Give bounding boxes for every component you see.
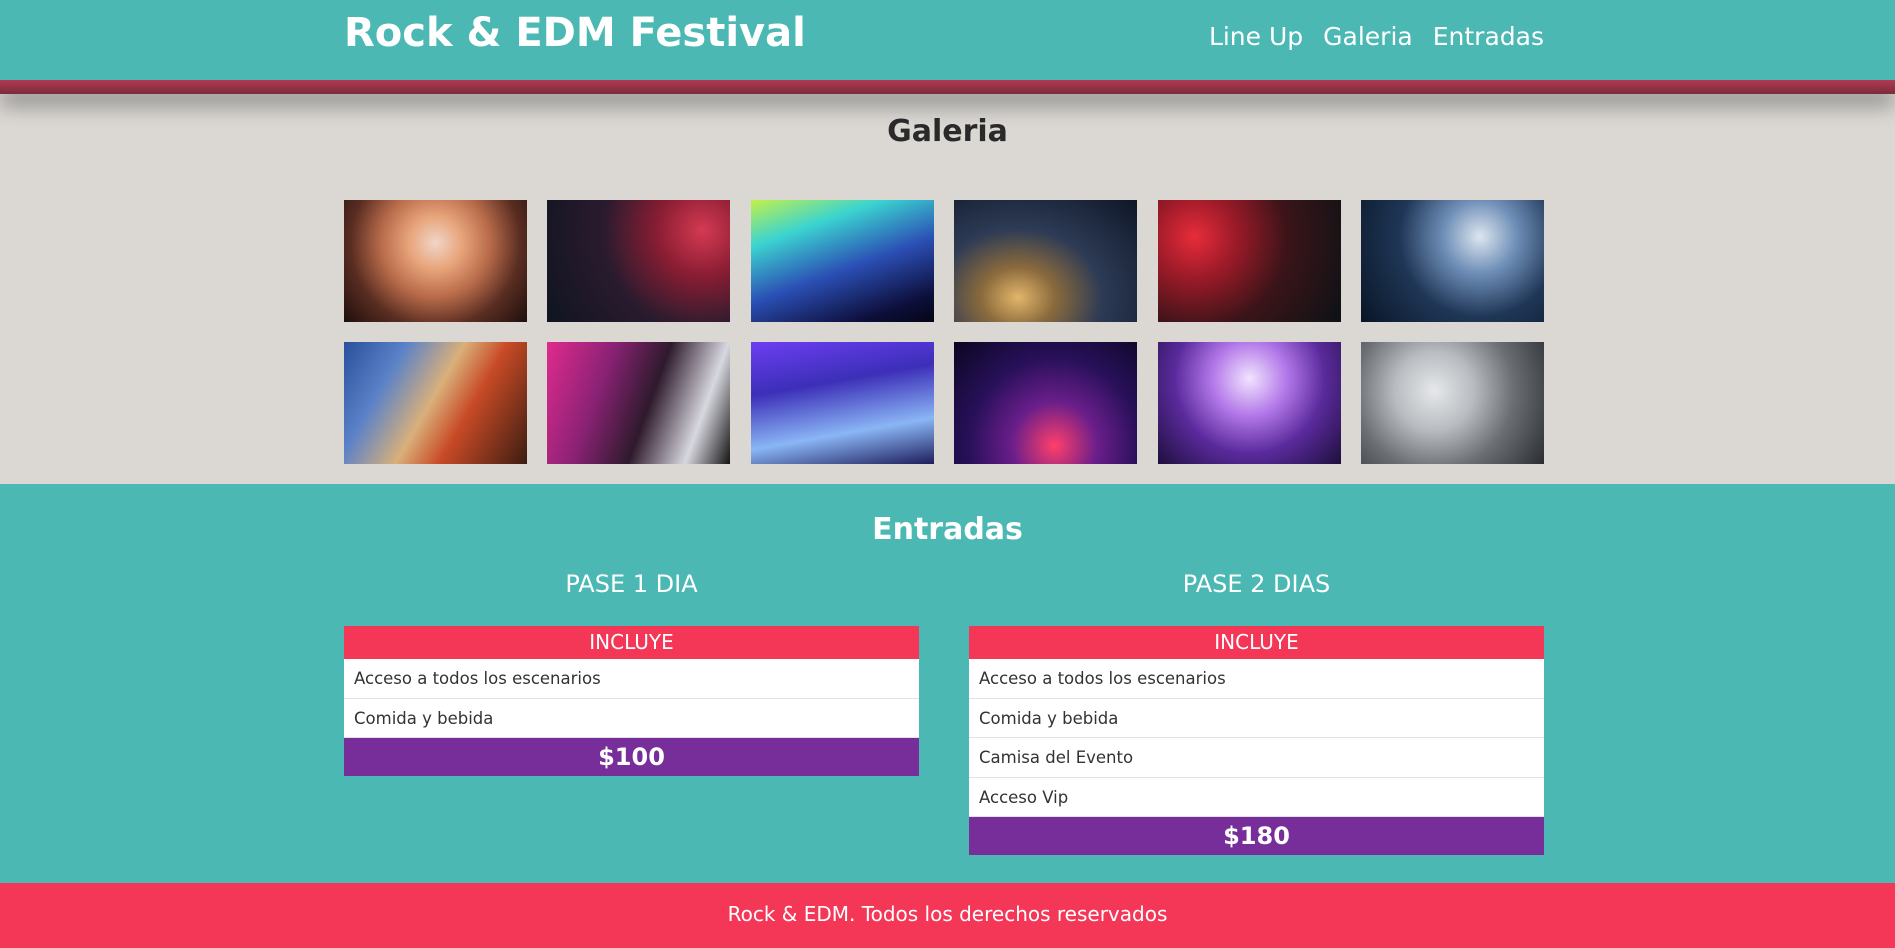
gallery-title: Galeria — [887, 114, 1008, 149]
gallery-photo-concert-lights[interactable] — [750, 200, 934, 322]
gallery-photo-band[interactable] — [1157, 342, 1341, 464]
plan-item: Acceso a todos los escenarios — [344, 659, 919, 699]
gallery-photo-dj-console[interactable] — [954, 342, 1138, 464]
plan-item: Comida y bebida — [344, 698, 919, 738]
includes-header: INCLUYE — [344, 626, 919, 659]
gallery-photo-dj-laptop[interactable] — [547, 342, 731, 464]
tickets-title: Entradas — [872, 512, 1023, 547]
plan-name: PASE 1 DIA — [565, 570, 698, 598]
nav-galeria[interactable]: Galeria — [1323, 22, 1413, 51]
tickets-section: Entradas PASE 1 DIA INCLUYE Acceso a tod… — [0, 484, 1895, 883]
plan-price: $100 — [344, 738, 919, 776]
gallery-photo-smoke-performer[interactable] — [1360, 342, 1544, 464]
plan-item: Comida y bebida — [969, 698, 1544, 738]
main-nav: Line Up Galeria Entradas — [1209, 22, 1544, 51]
gallery-photo-guitars[interactable] — [344, 342, 527, 464]
gallery-photo-guitarist[interactable] — [1157, 200, 1341, 322]
gallery-photo-dj-mixer[interactable] — [750, 342, 934, 464]
plan-name: PASE 2 DIAS — [1182, 570, 1331, 598]
gallery-photo-crowd[interactable] — [344, 200, 527, 322]
includes-header: INCLUYE — [969, 626, 1544, 659]
site-footer: Rock & EDM. Todos los derechos reservado… — [0, 883, 1895, 948]
plan-price: $180 — [969, 817, 1544, 855]
site-header: Rock & EDM Festival Line Up Galeria Entr… — [0, 0, 1895, 80]
site-title: Rock & EDM Festival — [344, 10, 806, 56]
plan-item: Camisa del Evento — [969, 738, 1544, 778]
plan-two-days: PASE 2 DIAS INCLUYE Acceso a todos los e… — [969, 570, 1544, 855]
plan-item: Acceso Vip — [969, 777, 1544, 817]
gallery-grid — [344, 200, 1544, 464]
footer-text: Rock & EDM. Todos los derechos reservado… — [727, 902, 1168, 926]
nav-entradas[interactable]: Entradas — [1433, 22, 1544, 51]
gallery-photo-dj[interactable] — [1360, 200, 1544, 322]
header-accent-bar — [0, 80, 1895, 94]
nav-line-up[interactable]: Line Up — [1209, 22, 1303, 51]
gallery-photo-singer[interactable] — [547, 200, 731, 322]
plan-one-day: PASE 1 DIA INCLUYE Acceso a todos los es… — [344, 570, 919, 776]
plan-item: Acceso a todos los escenarios — [969, 659, 1544, 699]
gallery-section: Galeria — [0, 94, 1895, 484]
gallery-photo-turntable[interactable] — [954, 200, 1138, 322]
